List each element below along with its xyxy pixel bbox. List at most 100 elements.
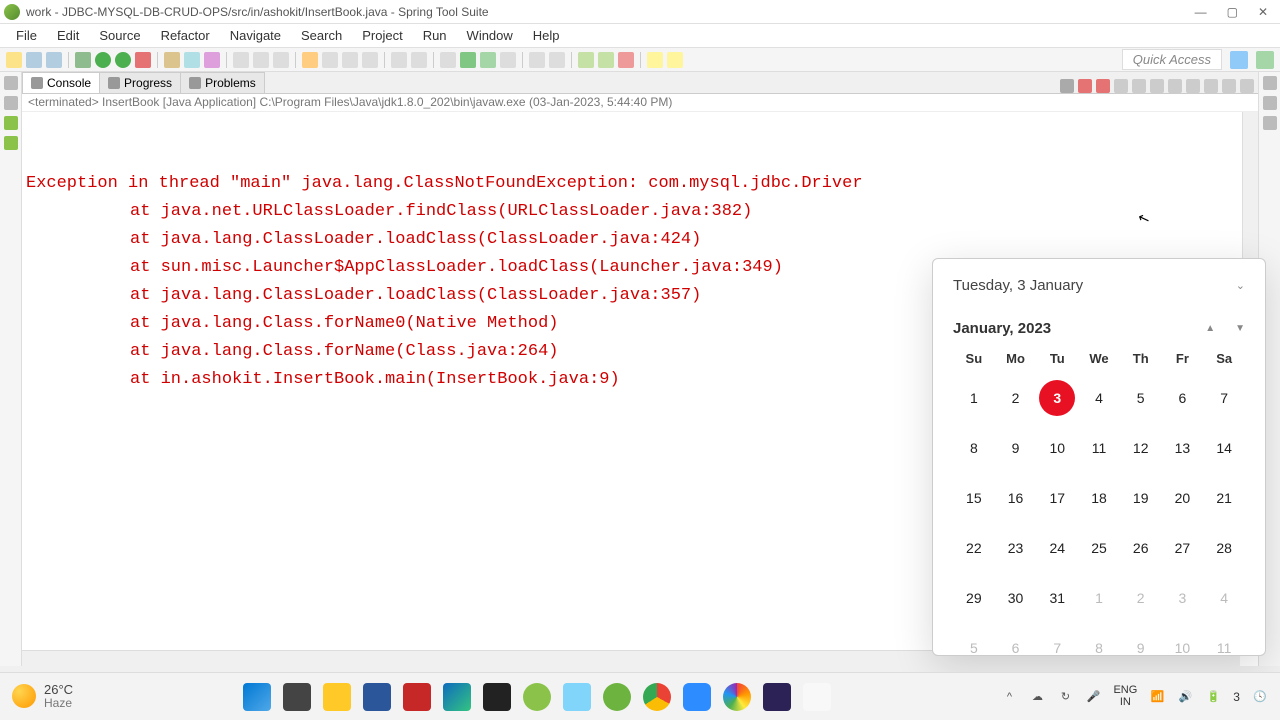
calendar-day[interactable]: 19	[1123, 480, 1159, 516]
menu-file[interactable]: File	[8, 26, 45, 45]
task-list-icon[interactable]	[1263, 116, 1277, 130]
calendar-day[interactable]: 9	[998, 430, 1034, 466]
quick-access-input[interactable]: Quick Access	[1122, 49, 1222, 70]
pin-console-icon[interactable]	[1168, 79, 1182, 93]
calendar-day[interactable]: 6	[1164, 380, 1200, 416]
calendar-day[interactable]: 5	[956, 630, 992, 666]
eclipse-icon[interactable]	[763, 683, 791, 711]
calendar-day[interactable]: 16	[998, 480, 1034, 516]
tool-saveall-icon[interactable]	[46, 52, 62, 68]
next-month-icon[interactable]: ▼	[1235, 323, 1245, 334]
explorer-icon[interactable]	[323, 683, 351, 711]
zoom-icon[interactable]	[683, 683, 711, 711]
clear-console-icon[interactable]	[1114, 79, 1128, 93]
tool-layout-icon[interactable]	[529, 52, 545, 68]
volume-icon[interactable]: 🔊	[1177, 689, 1193, 705]
tool-newpkg-icon[interactable]	[164, 52, 180, 68]
battery-icon[interactable]: 🔋	[1205, 689, 1221, 705]
collapse-icon[interactable]: ⌄	[1236, 279, 1245, 292]
tool-decl-icon[interactable]	[362, 52, 378, 68]
calendar-day[interactable]: 29	[956, 580, 992, 616]
tab-problems[interactable]: Problems	[180, 72, 265, 93]
calendar-header-date[interactable]: Tuesday, 3 January	[953, 277, 1083, 294]
calendar-day[interactable]: 1	[1081, 580, 1117, 616]
calendar-day[interactable]: 5	[1123, 380, 1159, 416]
restore-right-icon[interactable]	[1263, 76, 1277, 90]
tool-forward-icon[interactable]	[411, 52, 427, 68]
tray-overflow-icon[interactable]: ^	[1001, 689, 1017, 705]
calendar-day[interactable]: 30	[998, 580, 1034, 616]
start-icon[interactable]	[243, 683, 271, 711]
tool-task-icon[interactable]	[273, 52, 289, 68]
calendar-day[interactable]: 9	[1123, 630, 1159, 666]
calendar-day[interactable]: 11	[1206, 630, 1242, 666]
prev-month-icon[interactable]: ▲	[1205, 323, 1215, 334]
calendar-day[interactable]: 7	[1039, 630, 1075, 666]
tool-stepinto-icon[interactable]	[598, 52, 614, 68]
calendar-day[interactable]: 14	[1206, 430, 1242, 466]
menu-help[interactable]: Help	[525, 26, 568, 45]
outline-icon[interactable]	[1263, 96, 1277, 110]
calendar-day[interactable]: 24	[1039, 530, 1075, 566]
cmd-icon[interactable]	[483, 683, 511, 711]
calendar-day[interactable]: 28	[1206, 530, 1242, 566]
calendar-day[interactable]: 15	[956, 480, 992, 516]
calendar-day[interactable]: 25	[1081, 530, 1117, 566]
tool-boot-icon[interactable]	[460, 52, 476, 68]
paint-icon[interactable]	[723, 683, 751, 711]
taskview-icon[interactable]	[283, 683, 311, 711]
calendar-day[interactable]: 10	[1164, 630, 1200, 666]
terminate-icon[interactable]	[1060, 79, 1074, 93]
calendar-day[interactable]: 23	[998, 530, 1034, 566]
tool-impl-icon[interactable]	[342, 52, 358, 68]
tool-back-icon[interactable]	[391, 52, 407, 68]
word-icon[interactable]	[363, 683, 391, 711]
menu-refactor[interactable]: Refactor	[153, 26, 218, 45]
tool-new-icon[interactable]	[6, 52, 22, 68]
calendar-day[interactable]: 12	[1123, 430, 1159, 466]
tool-run-icon[interactable]	[95, 52, 111, 68]
calendar-day[interactable]: 20	[1164, 480, 1200, 516]
tool-pin-icon[interactable]	[440, 52, 456, 68]
tool-open-icon[interactable]	[233, 52, 249, 68]
calendar-day[interactable]: 4	[1081, 380, 1117, 416]
menu-window[interactable]: Window	[459, 26, 521, 45]
menu-source[interactable]: Source	[91, 26, 148, 45]
package-explorer-icon[interactable]	[4, 96, 18, 110]
calendar-day[interactable]: 1	[956, 380, 992, 416]
tool-terminal-icon[interactable]	[500, 52, 516, 68]
close-button[interactable]: ✕	[1258, 5, 1268, 19]
calendar-day[interactable]: 18	[1081, 480, 1117, 516]
calendar-day[interactable]: 31	[1039, 580, 1075, 616]
mic-icon[interactable]: 🎤	[1085, 689, 1101, 705]
sync-icon[interactable]: ↻	[1057, 689, 1073, 705]
tool-runlast-icon[interactable]	[115, 52, 131, 68]
calendar-day[interactable]: 8	[956, 430, 992, 466]
wifi-icon[interactable]: 📶	[1149, 689, 1165, 705]
minimize-button[interactable]: —	[1195, 5, 1207, 19]
calendar-day[interactable]: 11	[1081, 430, 1117, 466]
tool-debug-icon[interactable]	[75, 52, 91, 68]
tool-ref-icon[interactable]	[322, 52, 338, 68]
boot-dash-icon[interactable]	[4, 116, 18, 130]
tool-save-icon[interactable]	[26, 52, 42, 68]
tool-stepret-icon[interactable]	[618, 52, 634, 68]
tool-search-icon[interactable]	[253, 52, 269, 68]
menu-navigate[interactable]: Navigate	[222, 26, 289, 45]
notepad-icon[interactable]	[563, 683, 591, 711]
menu-search[interactable]: Search	[293, 26, 350, 45]
edge-icon[interactable]	[443, 683, 471, 711]
onedrive-icon[interactable]: ☁	[1029, 689, 1045, 705]
menu-edit[interactable]: Edit	[49, 26, 87, 45]
maximize-button[interactable]: ▢	[1227, 5, 1238, 19]
weather-widget[interactable]: 26°C Haze	[12, 683, 73, 710]
calendar-day-today[interactable]: 3	[1039, 380, 1075, 416]
calendar-day[interactable]: 27	[1164, 530, 1200, 566]
scroll-lock-icon[interactable]	[1132, 79, 1146, 93]
java-icon[interactable]	[803, 683, 831, 711]
tab-progress[interactable]: Progress	[99, 72, 181, 93]
tool-relaunch-icon[interactable]	[480, 52, 496, 68]
tool-marker-icon[interactable]	[302, 52, 318, 68]
restore-view-icon[interactable]	[4, 76, 18, 90]
calendar-day[interactable]: 17	[1039, 480, 1075, 516]
